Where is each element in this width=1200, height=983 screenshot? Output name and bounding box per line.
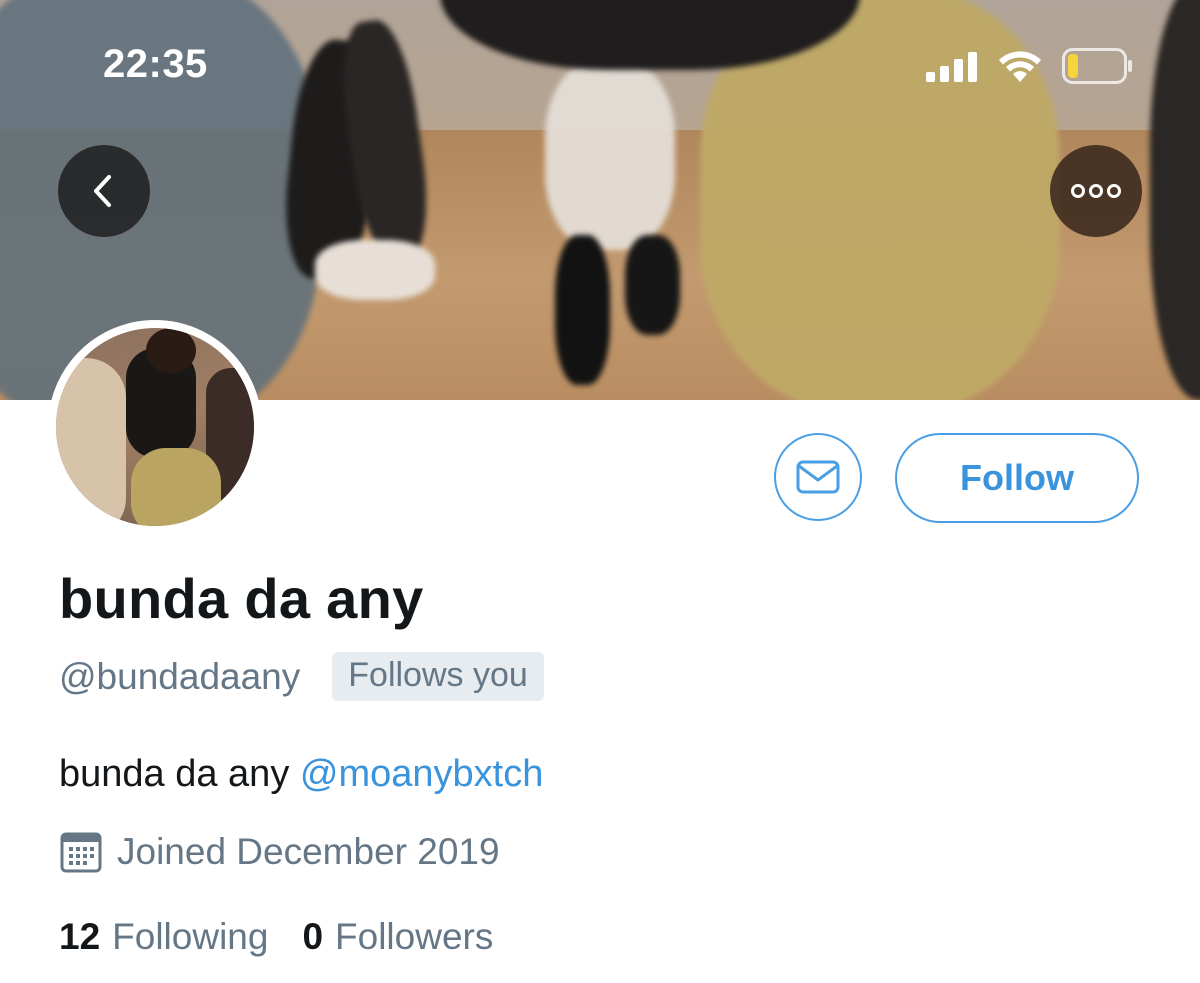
follows-you-badge: Follows you [332,652,544,701]
display-name: bunda da any [59,567,424,630]
back-button[interactable] [58,145,150,237]
followers-count: 0 [302,916,324,957]
battery-low-icon [1062,48,1134,89]
cellular-signal-icon [926,52,982,87]
following-stat[interactable]: 12 Following [59,916,268,958]
following-label: Following [112,916,269,957]
message-button[interactable] [774,433,862,521]
chevron-left-icon [94,175,111,207]
calendar-icon [60,832,102,873]
envelope-icon [796,460,840,494]
more-options-button[interactable] [1050,145,1142,237]
handle-row: @bundadaany Follows you [59,652,544,701]
status-time: 22:35 [103,42,208,86]
bio-mention-link[interactable]: @moanybxtch [300,753,543,795]
wifi-icon [996,48,1044,89]
avatar[interactable] [48,320,262,534]
profile-screen: 22:35 Follow bunda da any @bundadaany Fo… [0,0,1200,983]
joined-date-text: Joined December 2019 [117,831,500,872]
follow-stats: 12 Following 0 Followers [59,916,493,958]
user-handle: @bundadaany [59,655,301,697]
avatar-image [56,328,254,526]
bio-text: bunda da any [59,753,300,795]
more-horizontal-icon [1071,184,1121,198]
followers-label: Followers [335,916,494,957]
follow-button[interactable]: Follow [895,433,1139,523]
followers-stat[interactable]: 0 Followers [302,916,493,958]
profile-bio: bunda da any @moanybxtch [59,753,543,796]
following-count: 12 [59,916,101,957]
joined-date-row: Joined December 2019 [59,830,500,874]
